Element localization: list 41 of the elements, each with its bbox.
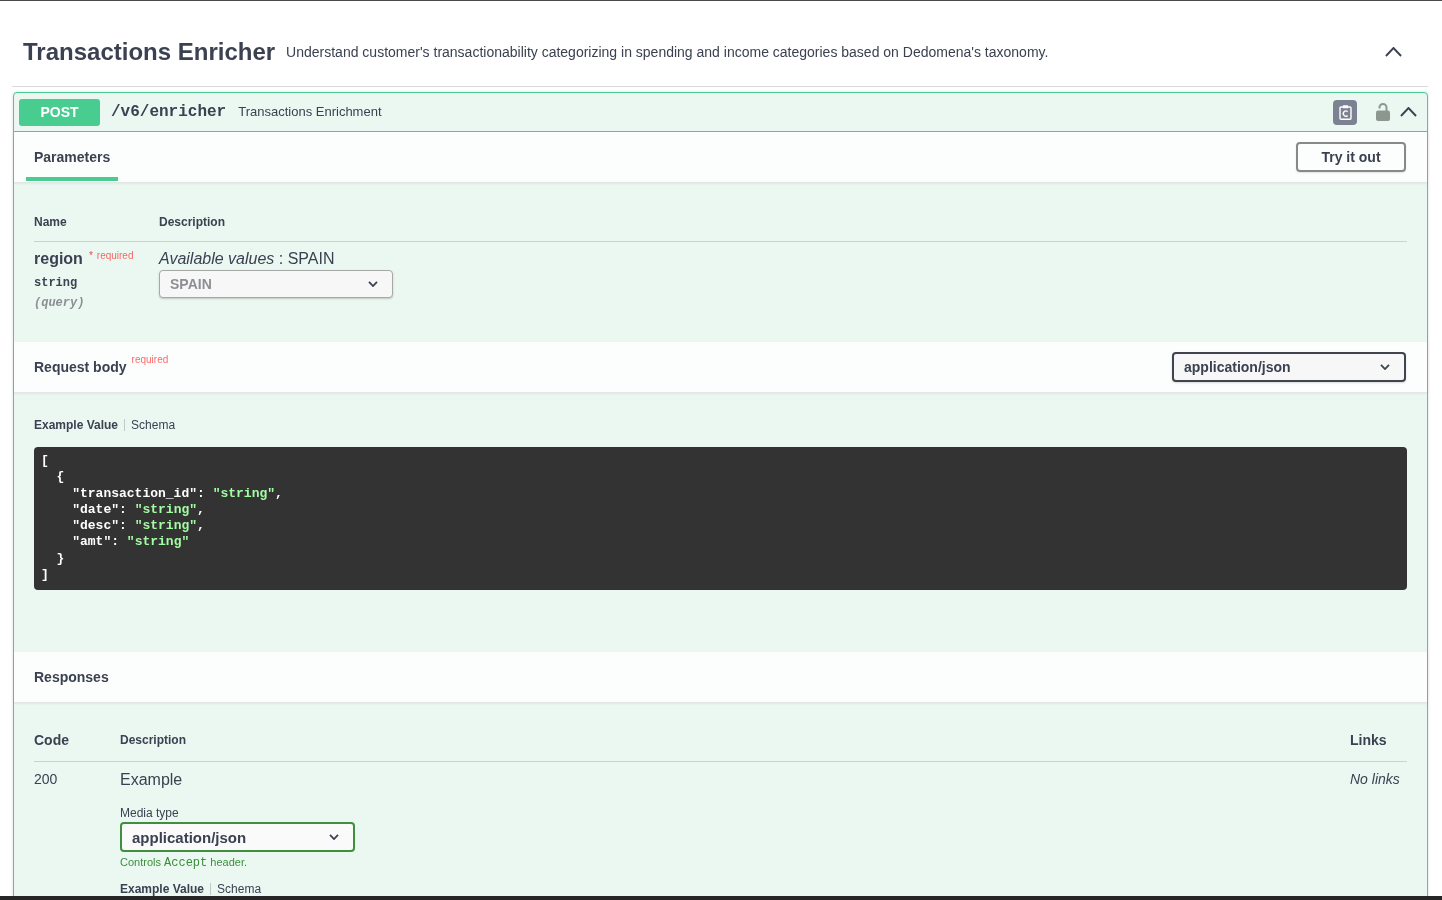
padlock-icon[interactable]	[1376, 103, 1390, 121]
column-header: Links	[1350, 731, 1387, 749]
required-label: required	[96, 250, 134, 262]
tab[interactable]: Schema	[217, 881, 262, 896]
copy-button[interactable]	[1333, 99, 1357, 125]
code-block: [ { "transaction_id": "string", "date": "string", "desc": "string", "amt": "string" } ]	[34, 447, 1407, 590]
section-description: Understand customer's transactionability categorizing in spending and income categories based on Dedomena's taxonomy.	[286, 43, 1049, 61]
available-values-text: Available values : SPAIN	[159, 249, 335, 269]
response-code: 200	[34, 770, 58, 788]
column-header: Description	[120, 732, 186, 748]
caret-icon	[329, 834, 339, 840]
tab[interactable]: Schema	[131, 417, 176, 433]
accept-header-note: Controls Accept header.	[120, 855, 247, 870]
links-text: No links	[1350, 770, 1400, 788]
response-description: Example	[120, 770, 183, 790]
endpoint-summary: Transactions Enrichment	[238, 104, 382, 120]
section-title: Transactions Enricher	[23, 37, 276, 67]
endpoint-path: /v6/enricher	[111, 102, 227, 122]
chevron-up-icon[interactable]	[1400, 107, 1417, 117]
parameter-type: string	[34, 275, 78, 291]
column-header: Description	[159, 214, 225, 230]
content-type-dropdown[interactable]: application/json	[1172, 352, 1406, 382]
column-header: Code	[34, 731, 69, 749]
required-label: required	[131, 354, 169, 366]
tab[interactable]: Example Value	[120, 881, 205, 896]
section-heading: Request body	[34, 358, 127, 376]
media-type-dropdown[interactable]: application/json	[120, 822, 355, 852]
chevron-up-icon[interactable]	[1385, 47, 1402, 57]
parameter-location: (query)	[34, 295, 85, 311]
tab[interactable]: Parameters	[26, 132, 119, 181]
section-heading: Responses	[34, 668, 109, 686]
caret-icon	[368, 281, 378, 287]
required-mark: *	[88, 250, 93, 262]
parameter-name: region	[34, 249, 83, 269]
action-button[interactable]: Try it out	[1296, 142, 1406, 172]
clipboard-icon	[1338, 104, 1352, 120]
caret-icon	[1380, 364, 1390, 370]
column-header: Name	[34, 214, 67, 230]
tab[interactable]: Example Value	[34, 417, 119, 433]
method-badge: POST	[19, 98, 100, 126]
media-type-label: Media type	[120, 806, 179, 820]
